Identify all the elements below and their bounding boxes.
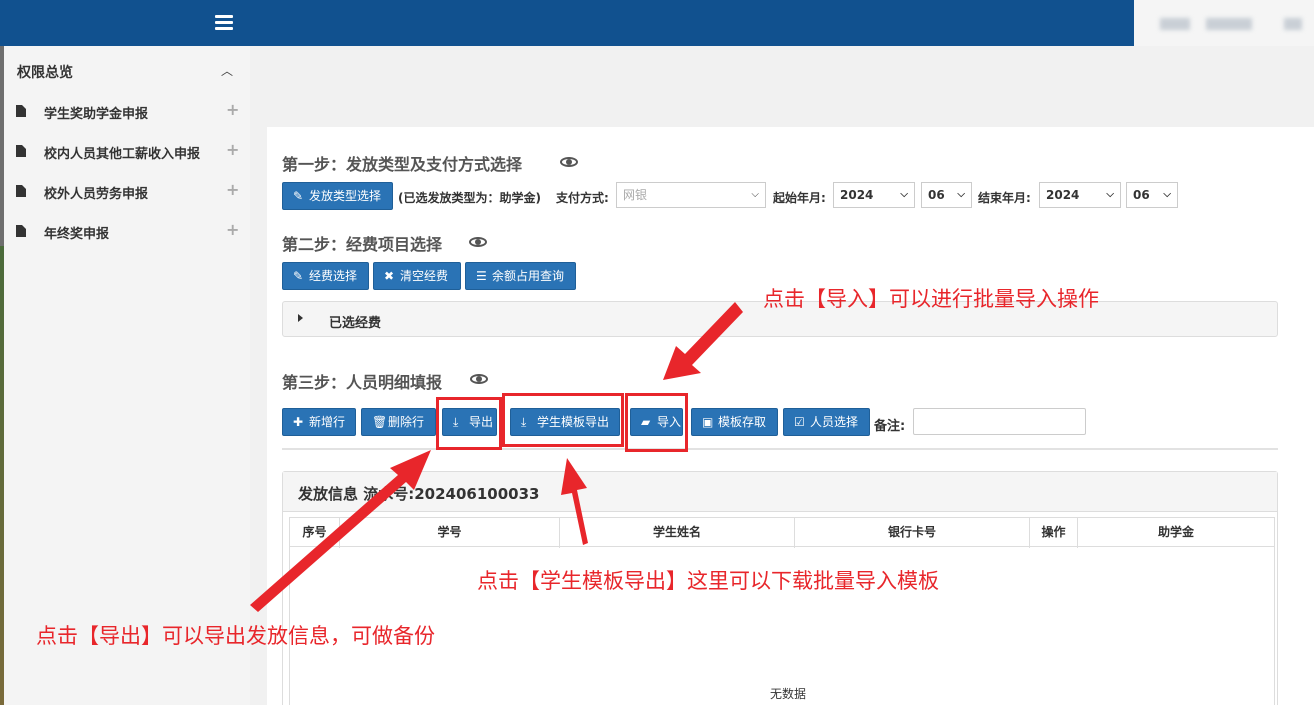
- button-label: 人员选择: [810, 415, 859, 429]
- list-icon: ☰: [476, 269, 487, 283]
- start-month-select[interactable]: 06 ⌵: [921, 182, 972, 208]
- chevron-down-icon: ⌵: [1106, 189, 1114, 200]
- add-row-button[interactable]: ✚ 新增行: [282, 408, 356, 436]
- save-icon: ▣: [702, 415, 714, 429]
- user-info-area[interactable]: [1134, 0, 1314, 46]
- column-header[interactable]: 助学金: [1078, 518, 1274, 548]
- start-year-value: 2024: [840, 188, 874, 202]
- start-year-select[interactable]: 2024 ⌵: [833, 182, 915, 208]
- check-square-icon: ☑: [794, 415, 805, 429]
- column-header[interactable]: 银行卡号: [795, 518, 1030, 548]
- plus-icon: ✚: [293, 415, 304, 429]
- pay-method-select[interactable]: 网银 ⌵: [616, 182, 766, 208]
- template-annotation: 点击【学生模板导出】这里可以下载批量导入模板: [477, 569, 939, 593]
- panel-title: 发放信息 流水号:202406100033: [298, 485, 540, 503]
- column-header[interactable]: 学生姓名: [560, 518, 795, 548]
- import-annotation: 点击【导入】可以进行批量导入操作: [763, 287, 1099, 311]
- sidebar-item-student-aid[interactable]: 学生奖助学金申报 +: [4, 92, 250, 132]
- chevron-up-icon[interactable]: ︿: [221, 62, 233, 79]
- pay-method-label: 支付方式:: [556, 191, 609, 205]
- end-month-value: 06: [1133, 188, 1150, 202]
- remark-label: 备注:: [874, 419, 906, 434]
- start-label: 起始年月:: [773, 191, 826, 205]
- pencil-icon: ✎: [293, 189, 304, 203]
- end-label: 结束年月:: [978, 191, 1031, 205]
- menu-toggle-icon[interactable]: [215, 15, 233, 31]
- selected-type-text: (已选发放类型为：助学金): [398, 191, 541, 205]
- table-header: 序号 学号 学生姓名 银行卡号 操作 助学金: [289, 517, 1275, 548]
- chevron-down-icon: ⌵: [1163, 189, 1171, 200]
- start-month-value: 06: [928, 188, 945, 202]
- sidebar-item-internal-income[interactable]: 校内人员其他工薪收入申报 +: [4, 132, 250, 172]
- sidebar-item-year-end-bonus[interactable]: 年终奖申报 +: [4, 212, 250, 252]
- selected-funds-label: 已选经费: [329, 316, 382, 331]
- delete-row-button[interactable]: 🗑 删除行: [361, 408, 436, 436]
- button-label: 清空经费: [400, 269, 449, 283]
- sidebar-item-label: 学生奖助学金申报: [44, 107, 149, 122]
- person-select-button[interactable]: ☑ 人员选择: [783, 408, 870, 436]
- file-icon: [16, 145, 26, 157]
- plus-icon[interactable]: +: [226, 100, 239, 119]
- step2-title: 第二步：经费项目选择: [282, 235, 443, 254]
- end-month-select[interactable]: 06 ⌵: [1126, 182, 1178, 208]
- trash-icon: 🗑: [372, 415, 388, 429]
- export-highlight-box: [436, 397, 502, 450]
- panel-header: 发放信息 流水号:202406100033: [283, 472, 1277, 512]
- type-select-button[interactable]: ✎ 发放类型选择: [282, 182, 393, 210]
- column-header[interactable]: 序号: [290, 518, 340, 548]
- chevron-down-icon: ⌵: [900, 189, 908, 200]
- divider: [282, 448, 1278, 450]
- end-year-value: 2024: [1046, 188, 1080, 202]
- caret-right-icon: [298, 314, 303, 322]
- balance-query-button[interactable]: ☰ 余额占用查询: [465, 262, 576, 290]
- chevron-down-icon: ⌵: [957, 189, 965, 200]
- fund-clear-button[interactable]: ✖ 清空经费: [373, 262, 461, 290]
- button-label: 发放类型选择: [309, 189, 382, 203]
- column-header[interactable]: 操作: [1030, 518, 1078, 548]
- button-label: 模板存取: [718, 415, 767, 429]
- template-export-highlight-box: [502, 393, 624, 447]
- pay-method-value: 网银: [623, 188, 648, 202]
- top-navbar: [0, 0, 1314, 46]
- sidebar-item-label: 校外人员劳务申报: [44, 187, 149, 202]
- sidebar-item-label: 校内人员其他工薪收入申报: [44, 147, 201, 162]
- remark-input[interactable]: [913, 408, 1086, 435]
- file-icon: [16, 105, 26, 117]
- close-icon: ✖: [384, 269, 395, 283]
- chevron-down-icon: ⌵: [751, 189, 759, 200]
- background-edge: [0, 246, 4, 705]
- step1-title: 第一步：发放类型及支付方式选择: [282, 155, 523, 174]
- sidebar-heading[interactable]: 权限总览: [17, 62, 73, 82]
- import-highlight-box: [625, 393, 688, 452]
- export-annotation: 点击【导出】可以导出发放信息，可做备份: [36, 624, 435, 648]
- end-year-select[interactable]: 2024 ⌵: [1039, 182, 1121, 208]
- eye-icon[interactable]: [560, 157, 578, 167]
- plus-icon[interactable]: +: [226, 140, 239, 159]
- sidebar-item-label: 年终奖申报: [44, 227, 110, 242]
- pencil-icon: ✎: [293, 269, 304, 283]
- plus-icon[interactable]: +: [226, 220, 239, 239]
- step3-title: 第三步：人员明细填报: [282, 373, 443, 392]
- button-label: 经费选择: [309, 269, 358, 283]
- file-icon: [16, 185, 26, 197]
- eye-icon[interactable]: [469, 237, 487, 247]
- eye-icon[interactable]: [470, 374, 488, 384]
- button-label: 新增行: [309, 415, 346, 429]
- button-label: 余额占用查询: [492, 269, 565, 283]
- file-icon: [16, 225, 26, 237]
- button-label: 删除行: [388, 415, 425, 429]
- plus-icon[interactable]: +: [226, 180, 239, 199]
- fund-select-button[interactable]: ✎ 经费选择: [282, 262, 369, 290]
- empty-text: 无数据: [770, 687, 807, 701]
- template-save-button[interactable]: ▣ 模板存取: [691, 408, 778, 436]
- sidebar-item-external-labor[interactable]: 校外人员劳务申报 +: [4, 172, 250, 212]
- column-header[interactable]: 学号: [340, 518, 560, 548]
